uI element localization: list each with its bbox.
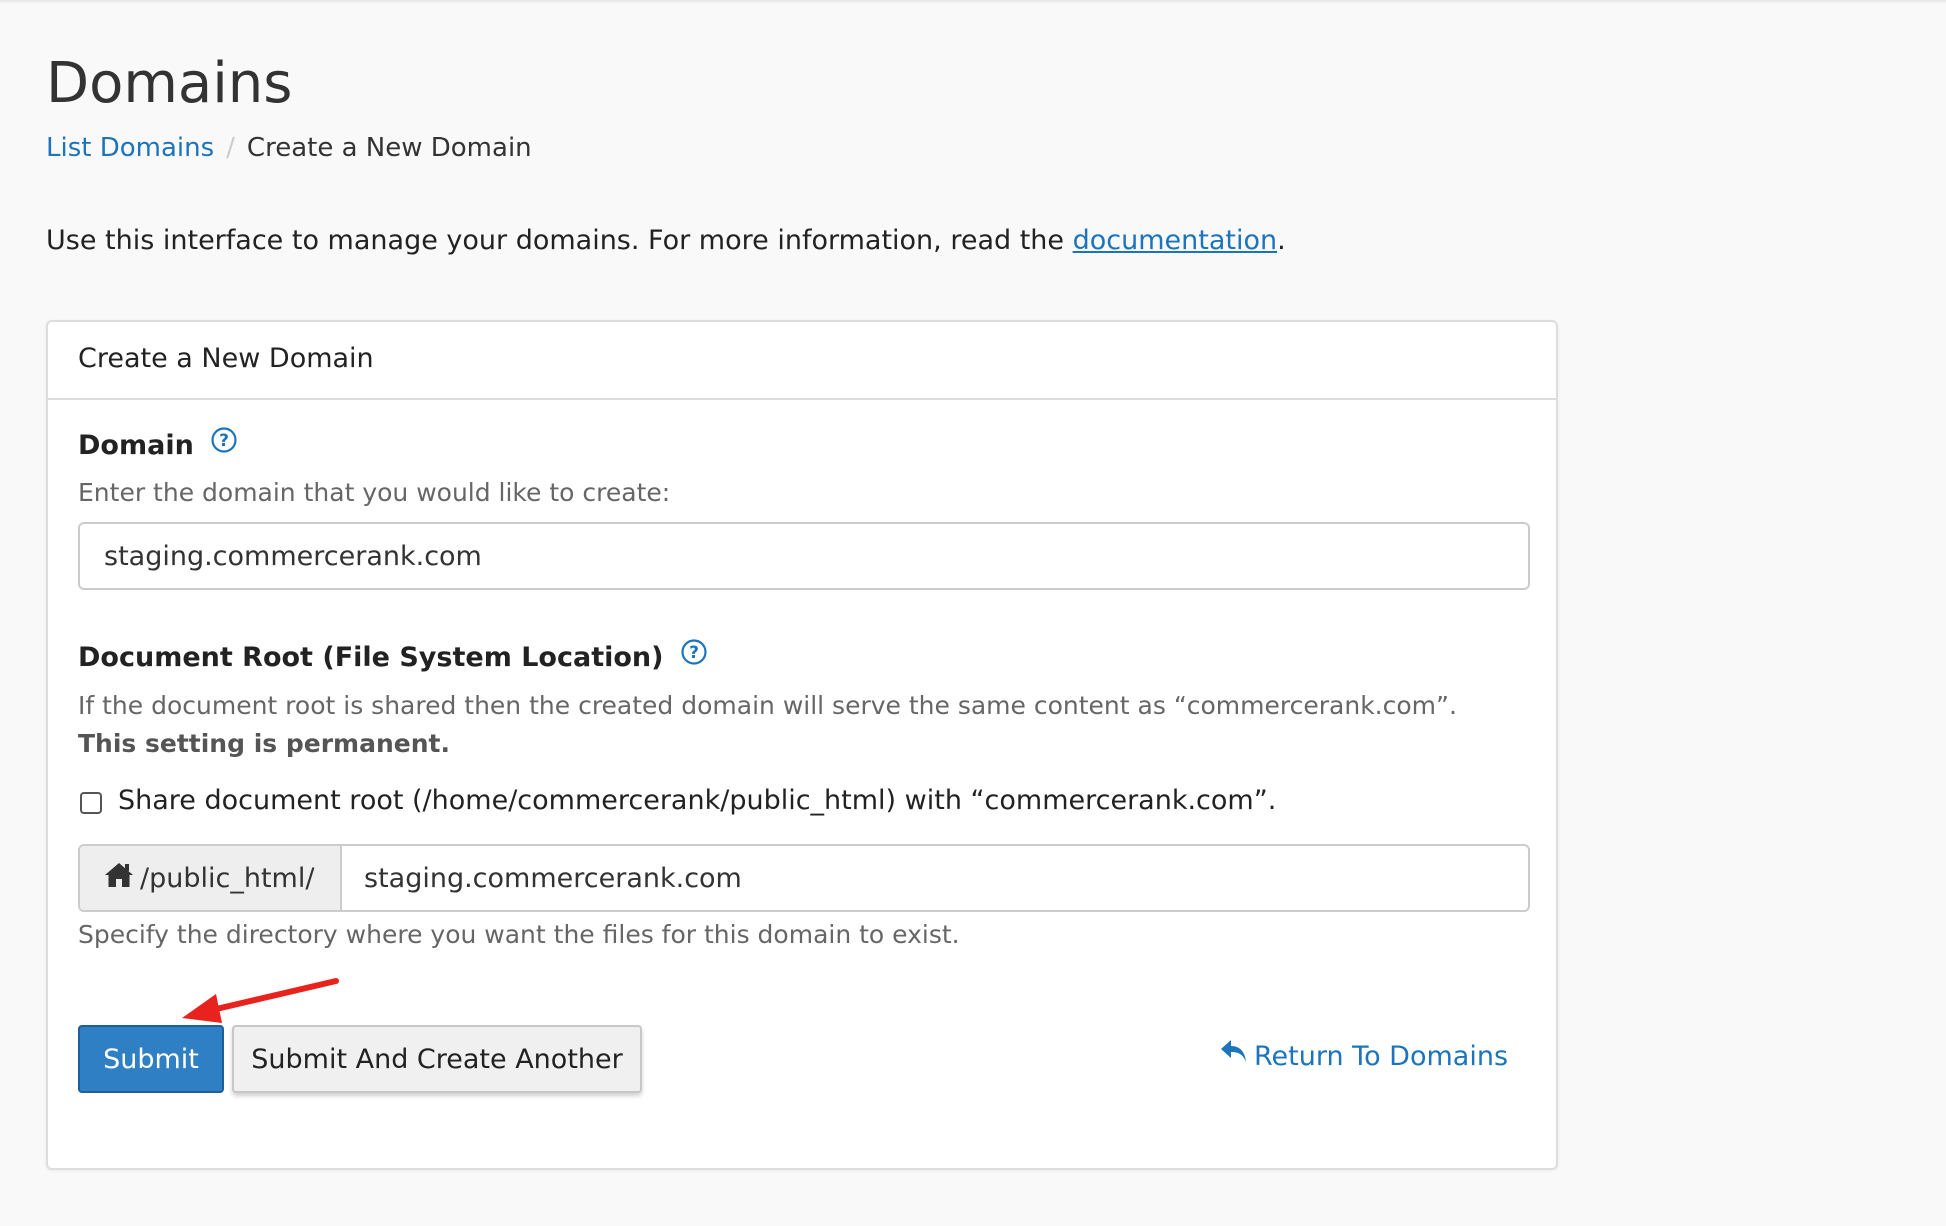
create-domain-panel: Create a New Domain Domain ? Enter the d… bbox=[46, 320, 1558, 1170]
docroot-prefix: /public_html/ bbox=[140, 862, 315, 894]
panel-title: Create a New Domain bbox=[78, 343, 374, 374]
domain-hint: Enter the domain that you would like to … bbox=[78, 478, 671, 507]
docroot-prefix-addon: /public_html/ bbox=[80, 846, 342, 910]
return-to-domains-label: Return To Domains bbox=[1254, 1041, 1509, 1072]
submit-button[interactable]: Submit bbox=[78, 1025, 224, 1093]
help-icon[interactable]: ? bbox=[211, 426, 237, 464]
submit-and-create-another-button[interactable]: Submit And Create Another bbox=[232, 1025, 642, 1093]
breadcrumb-current: Create a New Domain bbox=[246, 133, 532, 163]
share-docroot-checkbox[interactable] bbox=[80, 792, 102, 814]
breadcrumb-list-domains-link[interactable]: List Domains bbox=[46, 133, 214, 163]
documentation-link[interactable]: documentation bbox=[1073, 225, 1278, 256]
domain-input[interactable] bbox=[78, 522, 1530, 590]
return-to-domains-link[interactable]: Return To Domains bbox=[1220, 1038, 1508, 1076]
docroot-label: Document Root (File System Location) ? bbox=[78, 638, 707, 677]
breadcrumb-separator: / bbox=[226, 133, 235, 163]
domain-label-text: Domain bbox=[78, 430, 194, 461]
intro-body: Use this interface to manage your domain… bbox=[46, 225, 1073, 256]
panel-heading: Create a New Domain bbox=[48, 322, 1556, 400]
undo-icon bbox=[1220, 1037, 1248, 1075]
docroot-hint-text: If the document root is shared then the … bbox=[78, 691, 1457, 720]
svg-text:?: ? bbox=[689, 643, 699, 663]
docroot-input-group: /public_html/ bbox=[78, 844, 1530, 912]
docroot-hint-permanent: This setting is permanent. bbox=[78, 729, 450, 758]
home-icon bbox=[104, 861, 134, 896]
domain-label: Domain ? bbox=[78, 426, 237, 465]
intro-suffix: . bbox=[1277, 225, 1286, 256]
docroot-hint: If the document root is shared then the … bbox=[78, 687, 1498, 763]
docroot-label-text: Document Root (File System Location) bbox=[78, 642, 664, 673]
page-title: Domains bbox=[46, 51, 293, 116]
docroot-help-text: Specify the directory where you want the… bbox=[78, 920, 960, 949]
docroot-input[interactable] bbox=[342, 846, 1528, 910]
svg-text:?: ? bbox=[219, 431, 229, 451]
intro-text: Use this interface to manage your domain… bbox=[46, 222, 1286, 260]
help-icon[interactable]: ? bbox=[681, 638, 707, 676]
top-shadow bbox=[0, 0, 1946, 4]
share-docroot-label[interactable]: Share document root (/home/commercerank/… bbox=[118, 782, 1276, 820]
breadcrumb: List Domains / Create a New Domain bbox=[46, 130, 532, 166]
